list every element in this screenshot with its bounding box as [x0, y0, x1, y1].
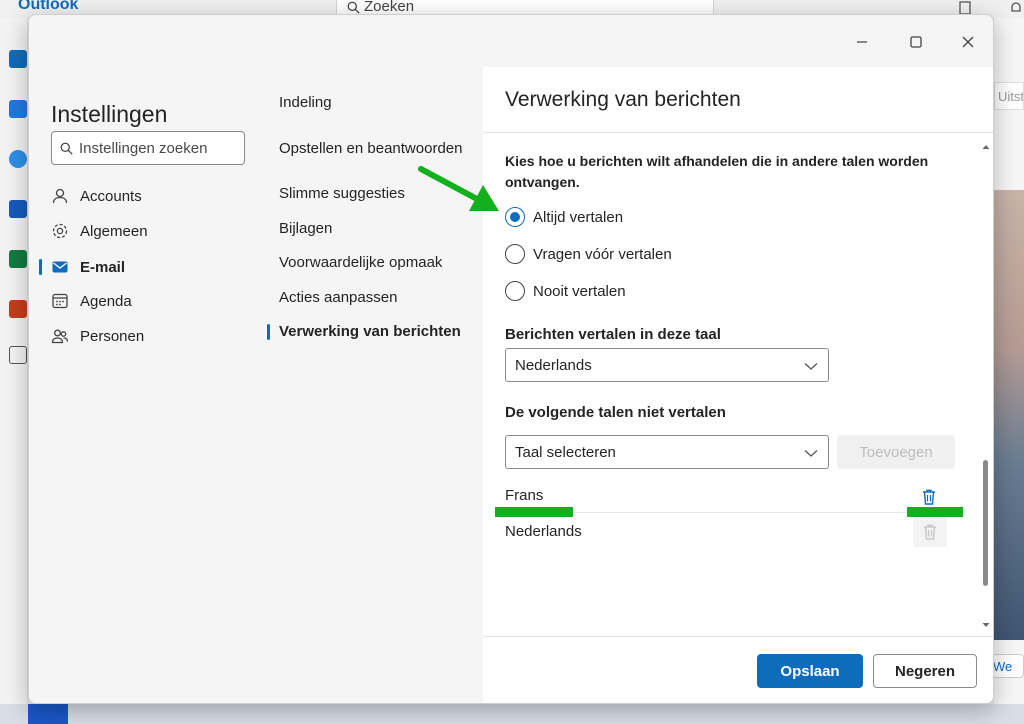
settings-search-input[interactable]	[79, 139, 239, 157]
people-app-icon[interactable]	[9, 150, 27, 168]
page-title: Verwerking van berichten	[505, 88, 741, 111]
outlook-search-label: Zoeken	[364, 0, 415, 15]
chevron-down-icon	[804, 450, 818, 457]
scroll-up-icon[interactable]	[981, 142, 991, 152]
delete-nederlands-button[interactable]	[913, 517, 947, 547]
maximize-button[interactable]	[903, 29, 929, 55]
annotation-arrow-icon	[418, 166, 499, 211]
translate-language-dropdown[interactable]: Nederlands	[505, 348, 829, 382]
category-label: Algemeen	[80, 222, 148, 240]
outlook-right-hint: Uitst	[994, 82, 1024, 110]
language-select-dropdown[interactable]: Taal selecteren	[505, 435, 829, 469]
outlook-app-rail	[0, 18, 28, 724]
option-label: Altijd vertalen	[533, 208, 624, 226]
minimize-icon	[857, 41, 867, 43]
content-footer: Opslaan Negeren	[483, 636, 993, 703]
maximize-icon	[910, 36, 922, 48]
active-category-indicator	[39, 259, 42, 275]
trash-icon	[924, 524, 936, 540]
no-translate-label: De volgende talen niet vertalen	[505, 404, 726, 421]
trash-icon	[923, 489, 935, 505]
language-label: Nederlands	[505, 523, 582, 540]
category-email[interactable]: E-mail	[51, 252, 251, 282]
content-header: Verwerking van berichten	[483, 67, 993, 133]
dropdown-placeholder: Taal selecteren	[515, 443, 616, 461]
active-subcategory-indicator	[267, 324, 270, 340]
category-accounts[interactable]: Accounts	[51, 181, 251, 211]
subcategory-voorwaardelijke-opmaak[interactable]: Voorwaardelijke opmaak	[279, 254, 442, 271]
gear-icon	[51, 222, 69, 240]
category-label: Agenda	[80, 292, 132, 310]
mail-icon	[51, 258, 69, 276]
calendar-icon	[51, 292, 69, 310]
category-algemeen[interactable]: Algemeen	[51, 216, 251, 246]
add-language-button[interactable]: Toevoegen	[837, 435, 955, 469]
annotation-highlight-frans	[495, 507, 573, 517]
search-icon	[347, 1, 360, 14]
subcategory-opstellen[interactable]: Opstellen en beantwoorden	[279, 140, 462, 157]
person-icon	[51, 187, 69, 205]
language-row-nederlands: Nederlands	[505, 517, 953, 559]
chevron-down-icon	[804, 363, 818, 370]
taskbar-start[interactable]	[28, 704, 68, 724]
annotation-highlight-delete	[907, 507, 963, 517]
background-photo	[994, 190, 1024, 640]
dropdown-value: Nederlands	[515, 356, 592, 374]
radio-nooit-vertalen[interactable]	[505, 281, 525, 301]
option-label: Vragen vóór vertalen	[533, 245, 672, 263]
option-nooit-vertalen[interactable]: Nooit vertalen	[505, 281, 626, 301]
outlook-mail-app-icon[interactable]	[9, 50, 27, 68]
close-button[interactable]	[955, 29, 981, 55]
people-icon	[51, 327, 69, 345]
calendar-app-icon[interactable]	[9, 100, 27, 118]
apps-grid-icon[interactable]	[9, 346, 27, 364]
subcategory-bijlagen[interactable]: Bijlagen	[279, 220, 332, 237]
settings-content-pane: Verwerking van berichten Kies hoe u beri…	[483, 67, 993, 703]
word-app-icon[interactable]	[9, 200, 27, 218]
settings-categories-pane: Instellingen Accounts Algemeen E-mail	[29, 67, 267, 703]
category-personen[interactable]: Personen	[51, 321, 251, 351]
settings-dialog: Instellingen Accounts Algemeen E-mail	[28, 14, 994, 704]
close-icon	[962, 36, 974, 48]
category-agenda[interactable]: Agenda	[51, 286, 251, 316]
subcategory-slimme-suggesties[interactable]: Slimme suggesties	[279, 185, 405, 202]
scroll-down-icon[interactable]	[981, 620, 991, 630]
category-label: Personen	[80, 327, 145, 345]
language-row-frans: Frans	[505, 487, 953, 523]
radio-vragen-voor-vertalen[interactable]	[505, 244, 525, 264]
translation-question: Kies hoe u berichten wilt afhandelen die…	[505, 153, 929, 190]
subcategory-indeling[interactable]: Indeling	[279, 94, 332, 111]
option-label: Nooit vertalen	[533, 282, 626, 300]
settings-title: Instellingen	[51, 101, 168, 127]
scrollbar-thumb[interactable]	[983, 460, 988, 586]
save-button[interactable]: Opslaan	[757, 654, 863, 688]
option-vragen-voor-vertalen[interactable]: Vragen vóór vertalen	[505, 244, 672, 264]
content-scroll-area[interactable]: Kies hoe u berichten wilt afhandelen die…	[483, 134, 993, 636]
subcategory-verwerking-van-berichten[interactable]: Verwerking van berichten	[279, 323, 461, 340]
taskbar	[0, 704, 1024, 724]
category-label: Accounts	[80, 187, 142, 205]
subcategory-acties-aanpassen[interactable]: Acties aanpassen	[279, 289, 397, 306]
settings-search-box[interactable]	[51, 131, 245, 165]
outlook-brand: Outlook	[18, 0, 79, 13]
language-label: Frans	[505, 487, 544, 504]
search-icon	[60, 142, 73, 155]
powerpoint-app-icon[interactable]	[9, 300, 27, 318]
content-scrollbar[interactable]	[979, 134, 993, 636]
translate-language-label: Berichten vertalen in deze taal	[505, 326, 721, 343]
bell-icon[interactable]	[1008, 0, 1024, 16]
minimize-button[interactable]	[849, 29, 875, 55]
excel-app-icon[interactable]	[9, 250, 27, 268]
category-label: E-mail	[80, 258, 126, 276]
discard-button[interactable]: Negeren	[873, 654, 977, 688]
